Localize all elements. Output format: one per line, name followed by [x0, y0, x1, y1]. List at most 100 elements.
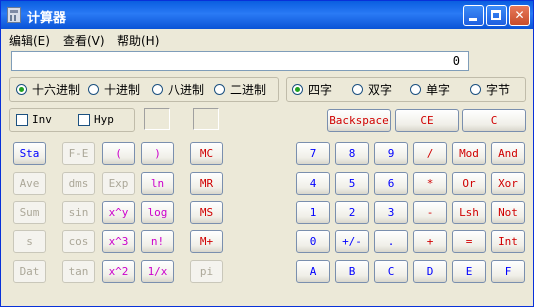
- radio-hex-label: 十六进制: [32, 83, 81, 97]
- radio-byte[interactable]: 字节: [470, 81, 510, 99]
- key-button-op33[interactable]: +: [413, 230, 447, 253]
- minimize-button[interactable]: [463, 5, 484, 26]
- radio-hex[interactable]: 十六进制: [16, 81, 80, 99]
- sci-button-log[interactable]: log: [141, 201, 174, 224]
- radio-dword[interactable]: 双字: [352, 81, 392, 99]
- backspace-button[interactable]: Backspace: [327, 109, 391, 132]
- sci-button-s[interactable]: s: [13, 230, 46, 253]
- key-button-and[interactable]: And: [491, 142, 525, 165]
- radio-dec-label: 十进制: [104, 83, 141, 97]
- radio-bin-label: 二进制: [230, 83, 267, 97]
- ce-button[interactable]: CE: [395, 109, 459, 132]
- key-button-op23[interactable]: -: [413, 201, 447, 224]
- sci-button-x-3[interactable]: x^3: [102, 230, 135, 253]
- radio-dot-icon: [470, 84, 481, 95]
- key-button-0[interactable]: 0: [296, 230, 330, 253]
- radio-oct[interactable]: 八进制: [152, 81, 204, 99]
- radio-oct-label: 八进制: [168, 83, 205, 97]
- radio-bin[interactable]: 二进制: [214, 81, 266, 99]
- checkbox-icon: [16, 114, 28, 126]
- sci-button-sin[interactable]: sin: [62, 201, 95, 224]
- key-button-1[interactable]: 1: [296, 201, 330, 224]
- window-title: 计算器: [27, 11, 67, 26]
- calculator-app-icon: [7, 7, 21, 23]
- radio-byte-label: 字节: [486, 83, 511, 97]
- title-bar[interactable]: 计算器 ✕: [1, 1, 533, 29]
- sci-button-n-[interactable]: n!: [141, 230, 174, 253]
- sci-button-dat[interactable]: Dat: [13, 260, 46, 283]
- key-button-5[interactable]: 5: [335, 172, 369, 195]
- parenthesis-indicator: [144, 108, 170, 130]
- inv-checkbox[interactable]: Inv: [16, 111, 52, 129]
- radio-dword-label: 双字: [368, 83, 393, 97]
- sci-button-ln[interactable]: ln: [141, 172, 174, 195]
- memory-button-pi[interactable]: pi: [190, 260, 223, 283]
- key-button-op34[interactable]: =: [452, 230, 486, 253]
- key-button-mod[interactable]: Mod: [452, 142, 486, 165]
- key-button-6[interactable]: 6: [374, 172, 408, 195]
- word-size-group: 四字 双字 单字 字节: [286, 77, 526, 102]
- key-button-xor[interactable]: Xor: [491, 172, 525, 195]
- memory-button-m-[interactable]: M+: [190, 230, 223, 253]
- key-button-2[interactable]: 2: [335, 201, 369, 224]
- sci-button-exp[interactable]: Exp: [102, 172, 135, 195]
- key-button-b[interactable]: B: [335, 260, 369, 283]
- key-button-op03[interactable]: /: [413, 142, 447, 165]
- c-button[interactable]: C: [462, 109, 526, 132]
- radio-qword[interactable]: 四字: [292, 81, 332, 99]
- inv-hyp-group: Inv Hyp: [9, 108, 135, 132]
- sci-button--[interactable]: (: [102, 142, 135, 165]
- key-button-lsh[interactable]: Lsh: [452, 201, 486, 224]
- sci-button-sum[interactable]: Sum: [13, 201, 46, 224]
- menu-bar: 编辑(E) 查看(V) 帮助(H): [1, 30, 533, 49]
- radio-dec[interactable]: 十进制: [88, 81, 140, 99]
- menu-edit[interactable]: 编辑(E): [9, 32, 50, 49]
- sci-button-dms[interactable]: dms: [62, 172, 95, 195]
- hyp-checkbox[interactable]: Hyp: [78, 111, 114, 129]
- key-button-9[interactable]: 9: [374, 142, 408, 165]
- radio-dot-icon: [352, 84, 363, 95]
- key-button-op31[interactable]: +/-: [335, 230, 369, 253]
- radio-dot-icon: [152, 84, 163, 95]
- sci-button-ave[interactable]: Ave: [13, 172, 46, 195]
- memory-button-mr[interactable]: MR: [190, 172, 223, 195]
- radio-word-label: 单字: [426, 83, 451, 97]
- key-button-d[interactable]: D: [413, 260, 447, 283]
- key-button-3[interactable]: 3: [374, 201, 408, 224]
- sci-button-f-e[interactable]: F-E: [62, 142, 95, 165]
- key-button-c[interactable]: C: [374, 260, 408, 283]
- sci-button-x-2[interactable]: x^2: [102, 260, 135, 283]
- sci-button-sta[interactable]: Sta: [13, 142, 46, 165]
- sci-button-x-y[interactable]: x^y: [102, 201, 135, 224]
- menu-view[interactable]: 查看(V): [63, 32, 105, 49]
- key-button-op32[interactable]: .: [374, 230, 408, 253]
- key-button-7[interactable]: 7: [296, 142, 330, 165]
- key-button-e[interactable]: E: [452, 260, 486, 283]
- sci-button-1-x[interactable]: 1/x: [141, 260, 174, 283]
- calculator-window: 计算器 ✕ 编辑(E) 查看(V) 帮助(H) 0 十六进制 十进制 八进制 二…: [0, 0, 534, 307]
- maximize-button[interactable]: [486, 5, 507, 26]
- key-button-int[interactable]: Int: [491, 230, 525, 253]
- memory-button-ms[interactable]: MS: [190, 201, 223, 224]
- memory-button-mc[interactable]: MC: [190, 142, 223, 165]
- key-button-op13[interactable]: *: [413, 172, 447, 195]
- radio-dot-icon: [410, 84, 421, 95]
- radio-qword-label: 四字: [308, 83, 333, 97]
- key-button-f[interactable]: F: [491, 260, 525, 283]
- radio-dot-icon: [214, 84, 225, 95]
- hyp-label: Hyp: [94, 113, 114, 126]
- key-button-or[interactable]: Or: [452, 172, 486, 195]
- base-group: 十六进制 十进制 八进制 二进制: [9, 77, 279, 102]
- key-button-4[interactable]: 4: [296, 172, 330, 195]
- close-button[interactable]: ✕: [509, 5, 530, 26]
- sci-button-cos[interactable]: cos: [62, 230, 95, 253]
- key-button-8[interactable]: 8: [335, 142, 369, 165]
- key-button-a[interactable]: A: [296, 260, 330, 283]
- radio-word[interactable]: 单字: [410, 81, 450, 99]
- key-button-not[interactable]: Not: [491, 201, 525, 224]
- memory-indicator: [193, 108, 219, 130]
- sci-button--[interactable]: ): [141, 142, 174, 165]
- display-field[interactable]: 0: [11, 51, 469, 71]
- menu-help[interactable]: 帮助(H): [117, 32, 159, 49]
- sci-button-tan[interactable]: tan: [62, 260, 95, 283]
